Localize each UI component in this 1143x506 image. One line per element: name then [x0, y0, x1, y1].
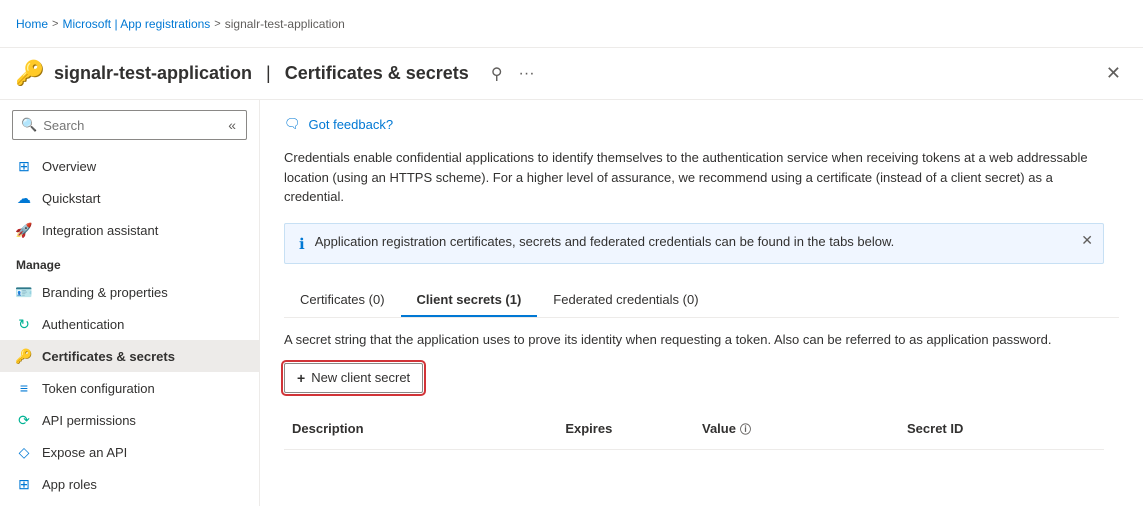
- breadcrumb-app-registrations[interactable]: Microsoft | App registrations: [62, 17, 210, 31]
- main-content: 🗨 Got feedback? Credentials enable confi…: [260, 100, 1143, 506]
- info-icon: ℹ: [299, 235, 305, 253]
- sidebar-label-integration: Integration assistant: [42, 223, 158, 238]
- info-banner-close-button[interactable]: ✕: [1081, 232, 1093, 249]
- sidebar-item-token-config[interactable]: ≡ Token configuration: [0, 372, 259, 404]
- manage-section-label: Manage: [0, 246, 259, 276]
- tab-certificates[interactable]: Certificates (0): [284, 284, 401, 317]
- cloud-icon: ☁: [16, 190, 32, 206]
- sidebar-label-quickstart: Quickstart: [42, 191, 101, 206]
- title-actions: ⚲ ···: [487, 62, 539, 86]
- sidebar-item-overview[interactable]: ⊞ Overview: [0, 150, 259, 182]
- breadcrumb: Home > Microsoft | App registrations > s…: [16, 17, 345, 31]
- sidebar-label-expose-api: Expose an API: [42, 445, 127, 460]
- sidebar-label-overview: Overview: [42, 159, 96, 174]
- sidebar-item-authentication[interactable]: ↻ Authentication: [0, 308, 259, 340]
- sidebar-item-certificates[interactable]: 🔑 Certificates & secrets: [0, 340, 259, 372]
- sidebar-label-api-permissions: API permissions: [42, 413, 136, 428]
- sidebar-item-api-permissions[interactable]: ⟳ API permissions: [0, 404, 259, 436]
- table-header: Description Expires Value ⓘ Secret ID: [284, 409, 1104, 450]
- grid-icon: ⊞: [16, 158, 32, 174]
- sidebar-item-quickstart[interactable]: ☁ Quickstart: [0, 182, 259, 214]
- pin-icon: ⚲: [491, 66, 503, 83]
- sidebar-search-area: 🔍 «: [0, 100, 259, 150]
- th-expires: Expires: [557, 417, 694, 441]
- more-button[interactable]: ···: [515, 63, 539, 85]
- sidebar-label-authentication: Authentication: [42, 317, 124, 332]
- title-separator: |: [266, 63, 271, 84]
- th-secret-id: Secret ID: [899, 417, 1104, 441]
- grid2-icon: ⊞: [16, 476, 32, 492]
- info-banner-text: Application registration certificates, s…: [315, 234, 1089, 249]
- diamond-icon: ◇: [16, 444, 32, 460]
- sidebar-item-app-roles[interactable]: ⊞ App roles: [0, 468, 259, 500]
- search-icon: 🔍: [21, 117, 37, 133]
- ellipsis-icon: ···: [519, 65, 535, 82]
- breadcrumb-sep-2: >: [214, 18, 220, 30]
- card-icon: 🪪: [16, 284, 32, 300]
- th-value: Value ⓘ: [694, 417, 899, 441]
- new-client-secret-button[interactable]: + New client secret: [284, 363, 423, 393]
- key-icon: 🔑: [16, 60, 44, 88]
- feedback-bar: 🗨 Got feedback?: [284, 116, 1119, 132]
- pin-button[interactable]: ⚲: [487, 62, 507, 86]
- sidebar-item-owners[interactable]: 👤 Owners: [0, 500, 259, 506]
- value-info-icon[interactable]: ⓘ: [740, 421, 751, 437]
- new-secret-label: New client secret: [311, 370, 410, 385]
- secret-description: A secret string that the application use…: [284, 332, 1104, 347]
- sidebar-label-branding: Branding & properties: [42, 285, 168, 300]
- breadcrumb-sep-1: >: [52, 18, 58, 30]
- sidebar-label-app-roles: App roles: [42, 477, 97, 492]
- key-nav-icon: 🔑: [16, 348, 32, 364]
- sidebar-item-integration[interactable]: 🚀 Integration assistant: [0, 214, 259, 246]
- sidebar-item-expose-api[interactable]: ◇ Expose an API: [0, 436, 259, 468]
- feedback-icon: 🗨: [284, 116, 301, 132]
- breadcrumb-home[interactable]: Home: [16, 17, 48, 31]
- collapse-button[interactable]: «: [226, 115, 238, 135]
- rocket-icon: 🚀: [16, 222, 32, 238]
- sidebar-item-branding[interactable]: 🪪 Branding & properties: [0, 276, 259, 308]
- description-text: Credentials enable confidential applicat…: [284, 148, 1104, 207]
- permissions-icon: ⟳: [16, 412, 32, 428]
- close-button[interactable]: ✕: [1100, 61, 1127, 86]
- sidebar-label-token-config: Token configuration: [42, 381, 155, 396]
- search-input[interactable]: [43, 118, 220, 133]
- bars-icon: ≡: [16, 380, 32, 396]
- sidebar-label-certificates: Certificates & secrets: [42, 349, 175, 364]
- search-box: 🔍 «: [12, 110, 247, 140]
- tabs-container: Certificates (0) Client secrets (1) Fede…: [284, 284, 1119, 318]
- plus-icon: +: [297, 370, 305, 386]
- sidebar-nav: ⊞ Overview ☁ Quickstart 🚀 Integration as…: [0, 150, 259, 506]
- close-icon: ✕: [1106, 63, 1121, 83]
- app-name: signalr-test-application: [54, 63, 252, 84]
- tab-client-secrets[interactable]: Client secrets (1): [401, 284, 538, 317]
- info-banner: ℹ Application registration certificates,…: [284, 223, 1104, 264]
- feedback-text[interactable]: Got feedback?: [309, 117, 394, 132]
- breadcrumb-current: signalr-test-application: [225, 17, 345, 31]
- th-description: Description: [284, 417, 557, 441]
- page-title: Certificates & secrets: [285, 63, 469, 84]
- tab-federated-credentials[interactable]: Federated credentials (0): [537, 284, 714, 317]
- sidebar: 🔍 « ⊞ Overview ☁ Quickstart 🚀 Integratio…: [0, 100, 260, 506]
- refresh-icon: ↻: [16, 316, 32, 332]
- title-bar: 🔑 signalr-test-application | Certificate…: [0, 48, 1143, 100]
